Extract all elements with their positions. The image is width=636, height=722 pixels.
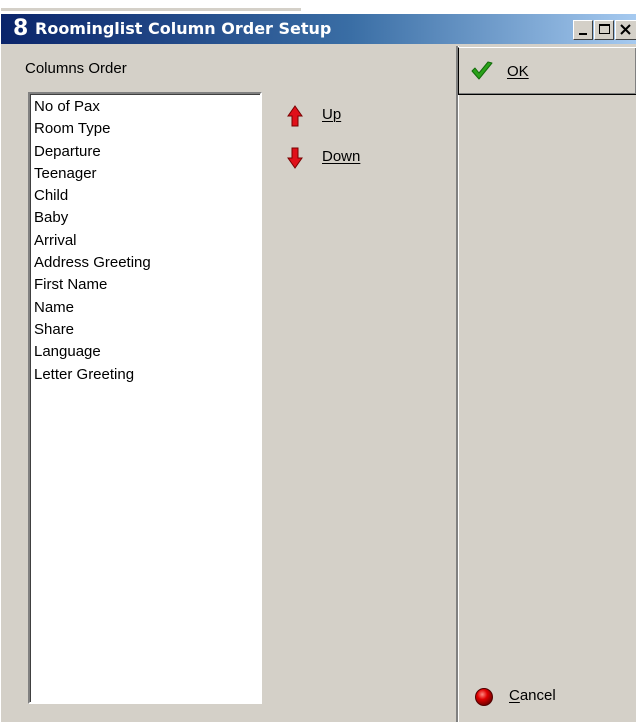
list-item[interactable]: Teenager — [34, 163, 260, 185]
columns-order-label: Columns Order — [25, 60, 127, 77]
maximize-button[interactable] — [594, 20, 614, 40]
maximize-icon — [599, 24, 610, 34]
list-item[interactable]: Room Type — [34, 118, 260, 140]
move-up-label: Up — [322, 106, 342, 123]
list-item[interactable]: No of Pax — [34, 96, 260, 118]
ok-button[interactable]: OK — [458, 47, 636, 95]
minimize-button[interactable] — [573, 20, 593, 40]
list-item[interactable]: Letter Greeting — [34, 364, 260, 386]
ok-label: OK — [507, 63, 529, 80]
move-down-label: Down — [322, 148, 361, 165]
list-item[interactable]: Share — [34, 319, 260, 341]
top-edge — [1, 0, 636, 14]
list-item[interactable]: Departure — [34, 141, 260, 163]
red-arrow-up-icon — [287, 105, 303, 127]
dialog-window: 8 Roominglist Column Order Setup Columns… — [0, 0, 636, 722]
minimize-icon — [579, 33, 587, 35]
list-item[interactable]: Child — [34, 185, 260, 207]
list-item[interactable]: Language — [34, 341, 260, 363]
list-item[interactable]: First Name — [34, 274, 260, 296]
columns-listbox[interactable]: No of Pax Room Type Departure Teenager Child… — [28, 92, 262, 704]
red-arrow-down-icon — [287, 147, 303, 169]
list-item[interactable]: Arrival — [34, 230, 260, 252]
list-item[interactable]: Baby — [34, 207, 260, 229]
cancel-label: Cancel — [509, 687, 556, 704]
close-button[interactable] — [615, 20, 636, 40]
close-icon — [620, 24, 631, 35]
green-check-icon — [471, 61, 493, 80]
move-down-button[interactable]: Down — [287, 145, 397, 171]
move-up-button[interactable]: Up — [287, 103, 397, 129]
action-panel — [456, 46, 636, 722]
list-item[interactable]: Name — [34, 297, 260, 319]
red-circle-icon — [475, 688, 493, 706]
app-icon: 8 — [13, 16, 29, 41]
title-bar[interactable]: 8 Roominglist Column Order Setup — [1, 14, 636, 44]
list-item[interactable]: Address Greeting — [34, 252, 260, 274]
window-title: Roominglist Column Order Setup — [35, 19, 332, 38]
cancel-button[interactable]: Cancel — [461, 680, 631, 714]
